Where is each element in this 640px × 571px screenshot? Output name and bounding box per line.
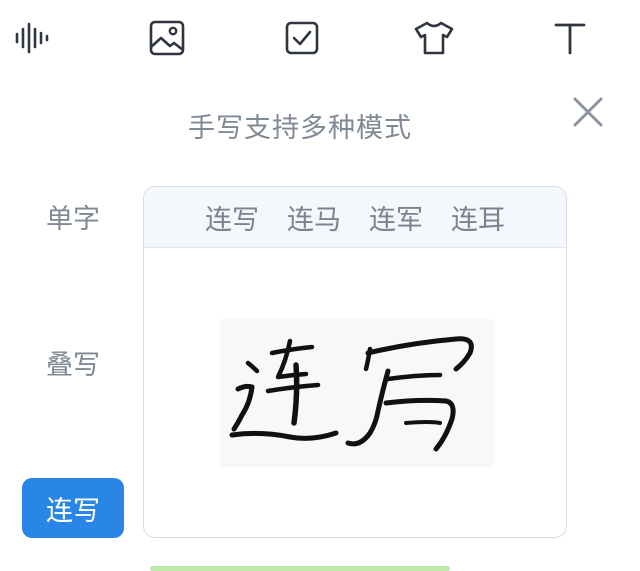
voice-button[interactable] xyxy=(10,16,54,60)
mode-overlap[interactable]: 叠写 xyxy=(22,332,124,392)
close-button[interactable] xyxy=(566,90,610,134)
candidate-item[interactable]: 连写 xyxy=(205,198,259,237)
skin-button[interactable] xyxy=(412,16,456,60)
checkbox-icon xyxy=(285,21,319,55)
text-button[interactable] xyxy=(548,16,592,60)
keyboard-toolbar xyxy=(0,0,640,80)
writing-area[interactable] xyxy=(144,247,566,537)
handwriting-demo-card: 连写 连马 连军 连耳 xyxy=(143,186,567,538)
mode-single-char[interactable]: 单字 xyxy=(22,186,124,246)
candidate-item[interactable]: 连军 xyxy=(369,198,423,237)
image-button[interactable] xyxy=(145,16,189,60)
bottom-hint-bar xyxy=(150,566,450,571)
panel-title: 手写支持多种模式 xyxy=(188,113,412,144)
tshirt-icon xyxy=(414,21,454,55)
candidate-item[interactable]: 连耳 xyxy=(451,198,505,237)
waveform-icon xyxy=(15,22,49,54)
text-t-icon xyxy=(554,23,586,55)
handwriting-sample xyxy=(229,336,474,452)
candidate-item[interactable]: 连马 xyxy=(287,198,341,237)
candidate-bar: 连写 连马 连军 连耳 xyxy=(144,187,566,248)
checklist-button[interactable] xyxy=(280,16,324,60)
handwriting-mode-panel: 手写支持多种模式 单字 叠写 连写 连写 连马 连军 连耳 xyxy=(0,0,640,571)
close-icon xyxy=(573,97,603,127)
mode-continuous[interactable]: 连写 xyxy=(22,478,124,538)
image-icon xyxy=(149,20,185,56)
